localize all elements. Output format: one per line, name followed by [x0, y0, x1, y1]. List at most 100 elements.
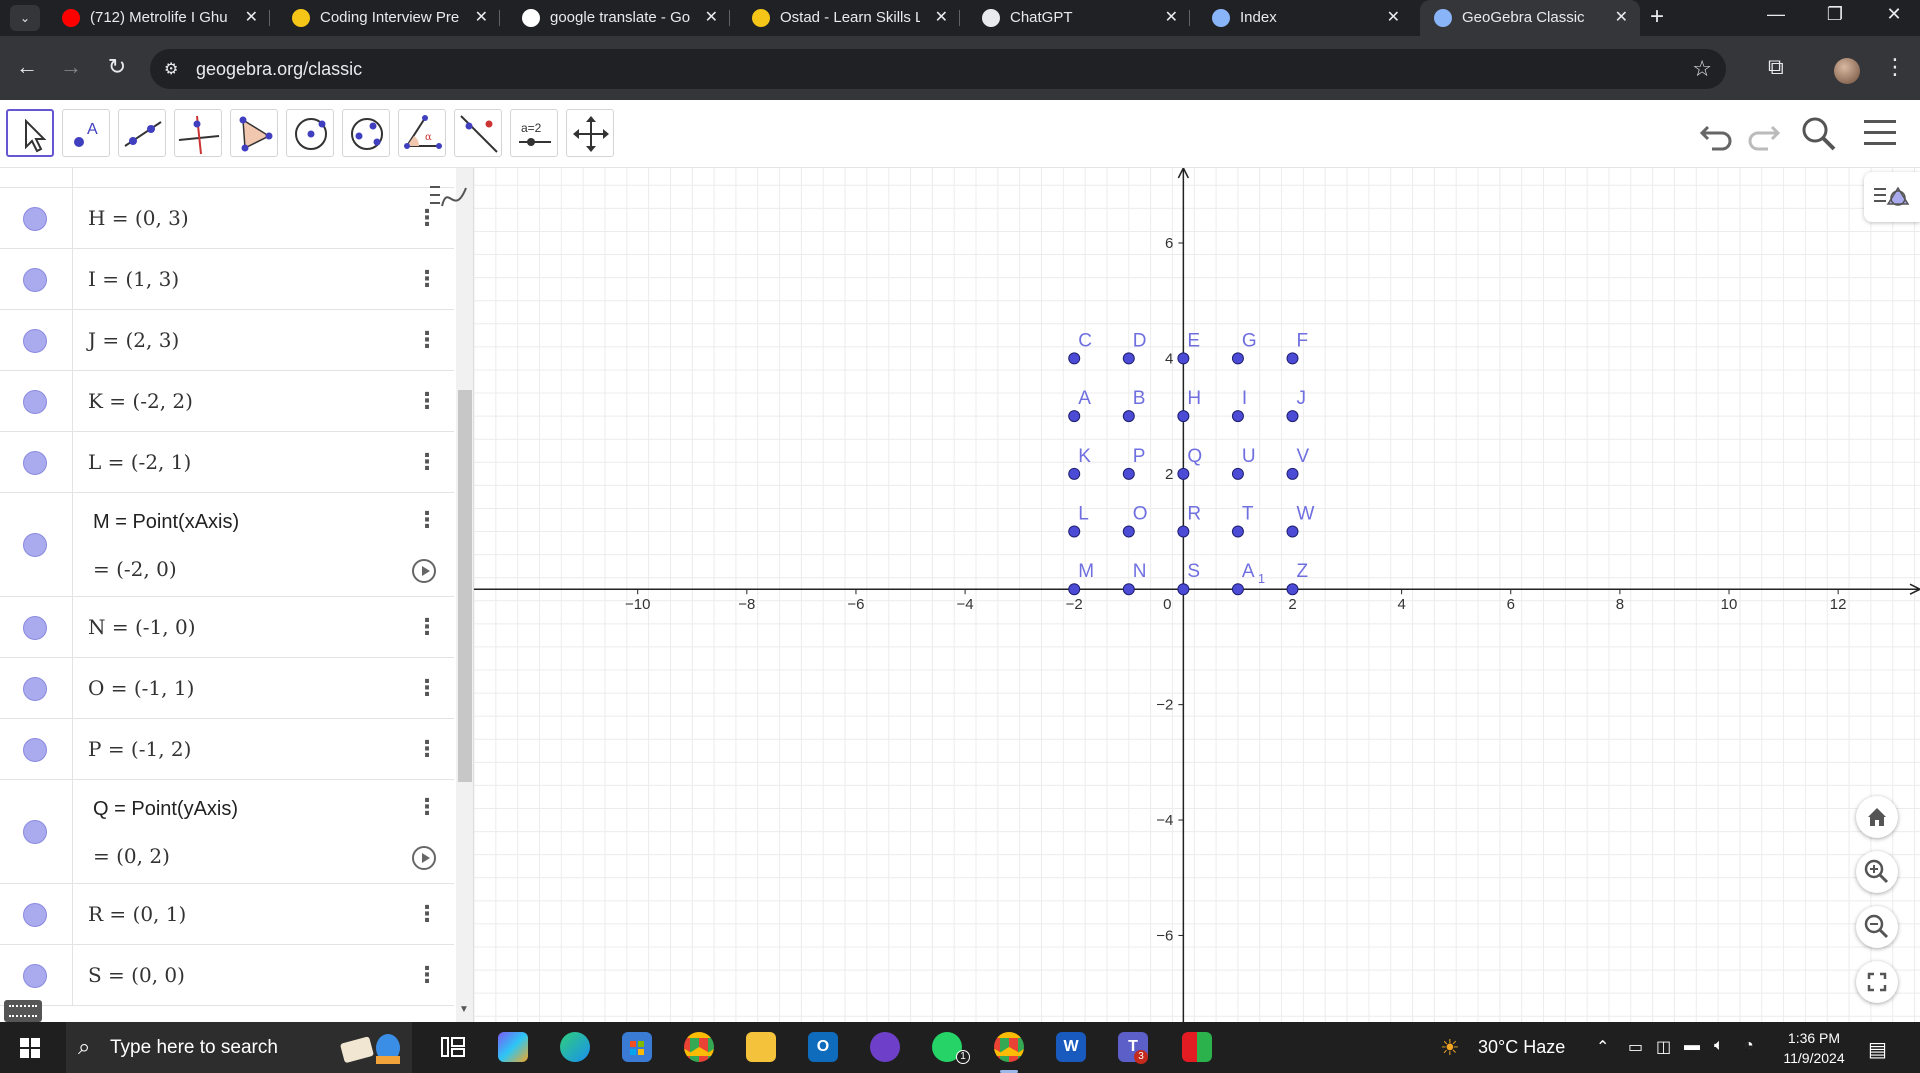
algebra-row[interactable]: K = (-2, 2) ⋮ — [0, 371, 454, 432]
close-tab-icon[interactable]: ✕ — [1615, 7, 1628, 27]
edge-browser-icon[interactable] — [560, 1032, 590, 1062]
more-options-icon[interactable]: ⋮ — [416, 614, 438, 640]
weather-text[interactable]: 30°C Haze — [1478, 1037, 1565, 1058]
point-A[interactable] — [1068, 410, 1081, 423]
visibility-toggle-marble[interactable] — [23, 267, 47, 292]
fullscreen-button[interactable] — [1856, 961, 1898, 1003]
slider-tool[interactable]: a=2 — [510, 109, 558, 157]
point-expression[interactable]: P = (-1, 2) — [88, 737, 191, 761]
point-Q[interactable] — [1177, 467, 1190, 480]
restore-button[interactable]: ❐ — [1815, 4, 1855, 25]
point-H[interactable] — [1177, 410, 1190, 423]
system-clock[interactable]: 1:36 PM 11/9/2024 — [1776, 1028, 1852, 1068]
more-options-icon[interactable]: ⋮ — [416, 507, 438, 533]
algebra-row[interactable]: P = (-1, 2) ⋮ — [0, 719, 454, 780]
point-expression[interactable]: K = (-2, 2) — [88, 389, 193, 413]
battery-saver-icon[interactable]: ▭ — [1628, 1037, 1643, 1057]
redo-icon[interactable] — [1744, 113, 1784, 153]
more-options-icon[interactable]: ⋮ — [416, 901, 438, 927]
line-tool[interactable] — [118, 109, 166, 157]
visibility-toggle-marble[interactable] — [23, 389, 47, 414]
algebra-row[interactable]: S = (0, 0) ⋮ — [0, 945, 454, 1006]
definition-text[interactable]: Q = Point(yAxis) — [93, 798, 238, 821]
move-graphics-tool[interactable] — [566, 109, 614, 157]
point-B[interactable] — [1122, 410, 1135, 423]
profile-avatar[interactable] — [1834, 58, 1860, 84]
point-G[interactable] — [1231, 352, 1244, 365]
tab-search-button[interactable]: ⌄ — [10, 5, 40, 31]
more-options-icon[interactable]: ⋮ — [416, 736, 438, 762]
close-window-button[interactable]: ✕ — [1874, 4, 1914, 25]
visibility-toggle-marble[interactable] — [23, 615, 47, 640]
point-expression[interactable]: L = (-2, 1) — [88, 450, 191, 474]
reflect-tool[interactable] — [454, 109, 502, 157]
point-expression[interactable]: H = (0, 3) — [88, 206, 189, 230]
point-expression[interactable]: O = (-1, 1) — [88, 676, 194, 700]
reload-button[interactable]: ↻ — [102, 54, 132, 80]
point-T[interactable] — [1231, 525, 1244, 538]
point-M[interactable] — [1068, 583, 1081, 596]
algebra-row[interactable]: R = (0, 1) ⋮ — [0, 884, 454, 945]
point-O[interactable] — [1122, 525, 1135, 538]
close-tab-icon[interactable]: ✕ — [1387, 7, 1400, 27]
polygon-tool[interactable] — [230, 109, 278, 157]
more-options-icon[interactable]: ⋮ — [416, 794, 438, 820]
point-E[interactable] — [1177, 352, 1190, 365]
app-icon[interactable] — [1182, 1032, 1212, 1062]
outlook-icon[interactable]: O — [808, 1032, 838, 1062]
visibility-toggle-marble[interactable] — [23, 737, 47, 762]
algebra-row[interactable]: Q = Point(yAxis) = (0, 2) ⋮ — [0, 780, 454, 884]
point-expression[interactable]: N = (-1, 0) — [88, 615, 196, 639]
battery-icon[interactable]: ▬ — [1684, 1037, 1700, 1055]
algebra-row[interactable]: O = (-1, 1) ⋮ — [0, 658, 454, 719]
point-Z[interactable] — [1286, 583, 1299, 596]
more-options-icon[interactable]: ⋮ — [416, 388, 438, 414]
more-options-icon[interactable]: ⋮ — [416, 327, 438, 353]
algebra-style-bar-icon[interactable] — [428, 178, 470, 214]
microsoft-store-icon[interactable] — [622, 1032, 652, 1062]
definition-text[interactable]: M = Point(xAxis) — [93, 511, 239, 534]
minimize-button[interactable]: — — [1756, 4, 1796, 25]
site-info-icon[interactable]: ⚙ — [164, 59, 178, 79]
play-animation-icon[interactable] — [412, 846, 436, 870]
visibility-toggle-marble[interactable] — [23, 963, 47, 988]
point-F[interactable] — [1286, 352, 1299, 365]
angle-tool[interactable]: α — [398, 109, 446, 157]
visibility-toggle-marble[interactable] — [23, 820, 47, 844]
notifications-icon[interactable]: ▤ — [1868, 1037, 1887, 1062]
url-text[interactable]: geogebra.org/classic — [196, 59, 362, 80]
point-S[interactable] — [1177, 583, 1190, 596]
point-U[interactable] — [1231, 467, 1244, 480]
undo-icon[interactable] — [1696, 113, 1736, 153]
file-explorer-icon[interactable] — [746, 1032, 776, 1062]
github-desktop-icon[interactable] — [870, 1032, 900, 1062]
visibility-toggle-marble[interactable] — [23, 328, 47, 353]
point-I[interactable] — [1231, 410, 1244, 423]
back-button[interactable]: ← — [12, 54, 42, 80]
browser-tab[interactable]: (712) Metrolife I Ghu ✕ — [48, 0, 270, 36]
point-expression[interactable]: R = (0, 1) — [88, 902, 186, 926]
browser-menu-icon[interactable]: ⋮ — [1884, 54, 1906, 80]
bookmark-star-icon[interactable]: ☆ — [1692, 56, 1712, 82]
scroll-down-arrow-icon[interactable]: ▼ — [459, 1004, 469, 1015]
more-options-icon[interactable]: ⋮ — [416, 449, 438, 475]
algebra-row[interactable]: I = (1, 3) ⋮ — [0, 249, 454, 310]
omnibox[interactable]: ⚙ geogebra.org/classic ☆ — [150, 49, 1726, 89]
algebra-scrollbar-thumb[interactable] — [458, 390, 472, 782]
play-animation-icon[interactable] — [412, 559, 436, 583]
browser-tab[interactable]: ChatGPT ✕ — [968, 0, 1190, 36]
close-tab-icon[interactable]: ✕ — [935, 7, 948, 27]
forward-button[interactable]: → — [56, 54, 86, 80]
visibility-toggle-marble[interactable] — [23, 206, 47, 231]
point-V[interactable] — [1286, 467, 1299, 480]
volume-icon[interactable]: 🔈︎ — [1714, 1037, 1724, 1055]
algebra-row[interactable]: M = Point(xAxis) = (-2, 0) ⋮ — [0, 493, 454, 597]
point-D[interactable] — [1122, 352, 1135, 365]
keyboard-icon[interactable] — [4, 1000, 42, 1022]
move-tool[interactable] — [6, 109, 54, 157]
extensions-icon[interactable]: ⧉ — [1768, 54, 1784, 80]
more-options-icon[interactable]: ⋮ — [416, 962, 438, 988]
taskbar-search-box[interactable]: ⌕ Type here to search — [66, 1022, 412, 1073]
new-tab-button[interactable]: + — [1650, 3, 1664, 31]
network-icon[interactable]: ◫ — [1656, 1037, 1671, 1057]
